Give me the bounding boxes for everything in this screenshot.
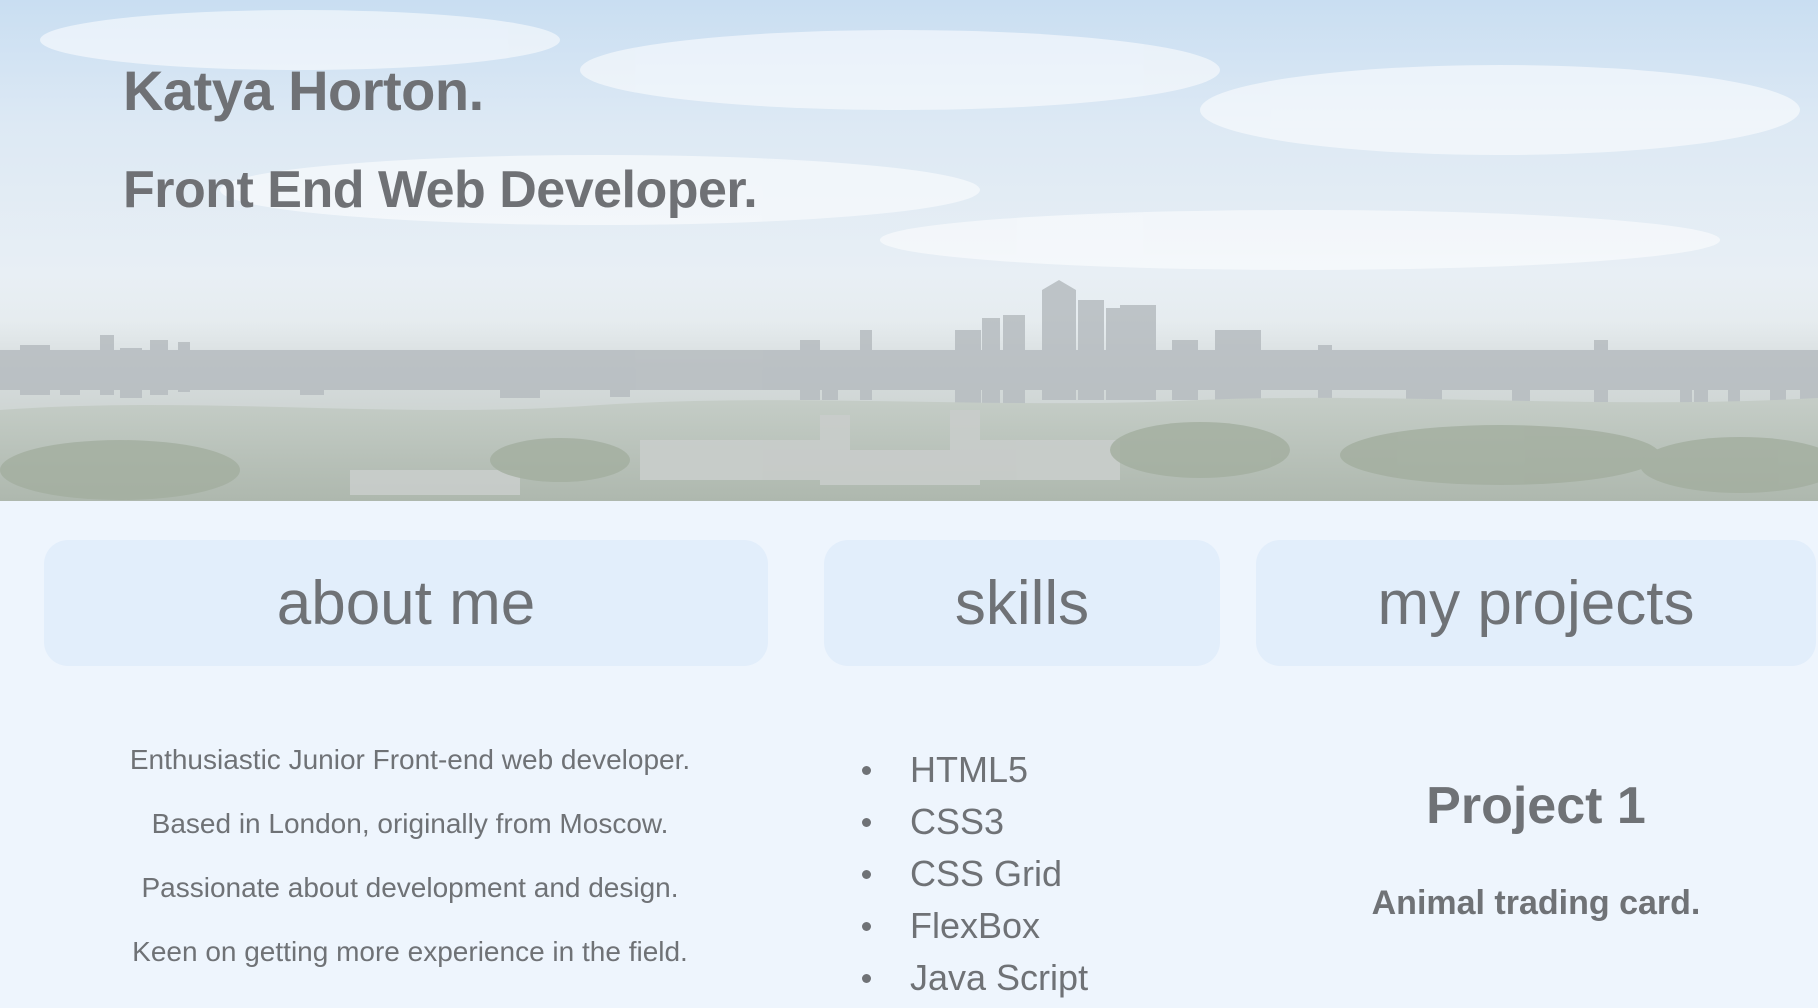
skill-item: CSS3 — [858, 800, 1088, 852]
about-line: Based in London, originally from Moscow. — [151, 808, 669, 839]
about-line: Passionate about development and design. — [141, 872, 679, 903]
about-line: Enthusiastic Junior Front-end web develo… — [129, 744, 691, 775]
project-title[interactable]: Project 1 — [1256, 776, 1816, 836]
developer-role: Front End Web Developer. — [123, 161, 758, 219]
project-description: Animal trading card. — [1371, 884, 1701, 922]
skill-item: CSS Grid — [858, 852, 1088, 904]
skill-item: FlexBox — [858, 904, 1088, 956]
my-projects-tile[interactable]: my projects — [1256, 540, 1816, 666]
about-line: Keen on getting more experience in the f… — [132, 936, 688, 967]
skill-item: HTML5 — [858, 748, 1088, 800]
skills-list: HTML5 CSS3 CSS Grid FlexBox Java Script — [862, 748, 1088, 1008]
developer-name: Katya Horton. — [123, 59, 484, 122]
hero-banner: Katya Horton. Front End Web Developer. — [0, 0, 1818, 501]
about-me-tile[interactable]: about me — [44, 540, 768, 666]
skill-item: Java Script — [858, 956, 1088, 1008]
skills-tile[interactable]: skills — [824, 540, 1220, 666]
about-me-section: Enthusiastic Junior Front-end web develo… — [60, 740, 760, 996]
